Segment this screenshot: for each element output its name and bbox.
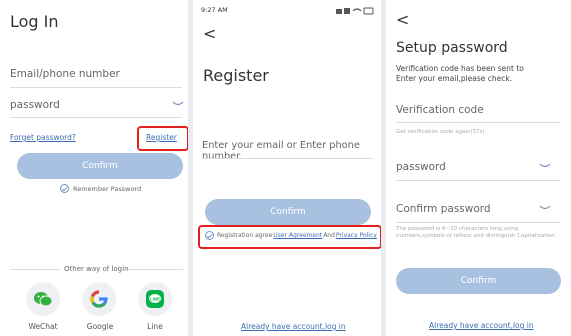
divider-left: [10, 269, 60, 270]
password-input[interactable]: password: [396, 161, 446, 173]
already-account-link[interactable]: Already have account,log in: [241, 322, 346, 331]
login-confirm-label: Confirm: [82, 161, 118, 171]
google-button[interactable]: [82, 282, 116, 316]
status-icons: [336, 7, 374, 15]
svg-text:LINE: LINE: [150, 297, 160, 302]
input-underline: [203, 158, 373, 159]
confirm-password-input[interactable]: Confirm password: [396, 203, 491, 215]
login-confirm-button[interactable]: Confirm: [17, 153, 183, 179]
agree-check-icon[interactable]: [205, 231, 214, 240]
password-underline: [10, 117, 182, 118]
already-account-link[interactable]: Already have account,log in: [429, 321, 534, 330]
remember-password[interactable]: Remember Password: [60, 184, 141, 193]
info-line-1: Verification code has been sent to: [396, 64, 524, 73]
line-icon: LINE: [146, 290, 164, 308]
code-underline: [396, 122, 561, 123]
setup-title: Setup password: [396, 40, 508, 56]
email-field[interactable]: Email/phone number: [10, 68, 120, 80]
google-icon: [90, 290, 108, 308]
register-title: Register: [203, 66, 269, 85]
register-confirm-button[interactable]: Confirm: [205, 199, 371, 225]
setup-panel: < Setup password Verification code has b…: [386, 0, 571, 336]
remember-label: Remember Password: [73, 184, 142, 193]
login-panel: Log In Email/phone number password Forge…: [0, 0, 188, 336]
password-underline: [396, 180, 561, 181]
and-text: And: [323, 232, 335, 239]
setup-confirm-button[interactable]: Confirm: [396, 268, 561, 294]
resend-code[interactable]: Get verification code again(37s): [396, 129, 485, 135]
setup-confirm-label: Confirm: [460, 276, 497, 286]
privacy-policy-link[interactable]: Privacy Policy: [336, 232, 377, 239]
line-button[interactable]: LINE: [138, 282, 172, 316]
password-hint: The password is 6~20 characters long,usi…: [396, 226, 555, 239]
divider-right: [128, 269, 183, 270]
wechat-button[interactable]: [26, 282, 60, 316]
user-agreement-link[interactable]: User Agreement: [273, 232, 322, 239]
check-circle-icon: [60, 184, 69, 193]
eye-closed-icon[interactable]: [172, 101, 184, 107]
register-link[interactable]: Register: [146, 133, 177, 142]
password-field[interactable]: password: [10, 99, 60, 111]
google-label: Google: [86, 322, 114, 331]
line-label: Line: [147, 322, 163, 331]
wechat-icon: [34, 292, 53, 307]
verification-code-input[interactable]: Verification code: [396, 104, 484, 116]
wechat-label: WeChat: [28, 322, 58, 331]
agree-prefix: Registration agree: [217, 232, 273, 239]
login-title: Log In: [10, 12, 59, 31]
status-time: 9:27 AM: [201, 6, 228, 14]
eye-closed-icon[interactable]: [539, 205, 551, 211]
register-panel: 9:27 AM < Register Enter your email or E…: [193, 0, 381, 336]
info-line-2: Enter your email,please check.: [396, 74, 513, 83]
eye-closed-icon[interactable]: [539, 163, 551, 169]
confirm-underline: [396, 222, 561, 223]
agreement-row: Registration agree User Agreement And Priva…: [205, 231, 377, 240]
register-confirm-label: Confirm: [270, 207, 306, 217]
back-arrow-icon[interactable]: <: [203, 24, 216, 43]
back-arrow-icon[interactable]: <: [396, 10, 409, 29]
other-login-label: Other way of login: [64, 265, 129, 273]
email-underline: [10, 87, 182, 88]
forget-password-link[interactable]: Forget password?: [10, 133, 76, 142]
